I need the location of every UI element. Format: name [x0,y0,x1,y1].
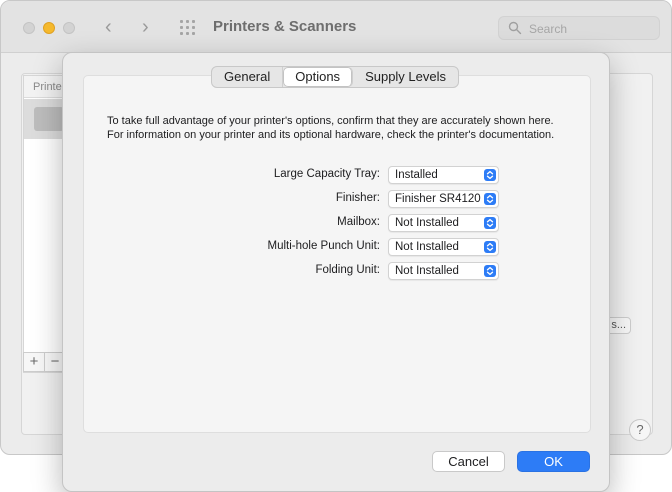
popup-chevrons-icon [484,265,496,277]
finisher-popup[interactable]: Finisher SR4120 [388,190,499,208]
option-label: Multi-hole Punch Unit: [267,240,381,252]
cancel-button[interactable]: Cancel [432,451,505,472]
option-label: Finisher: [335,192,380,204]
option-row-mailbox: Mailbox: Not Installed [107,214,507,232]
search-placeholder: Search [529,22,568,36]
popup-chevrons-icon [484,217,496,229]
tab-options[interactable]: Options [283,67,354,87]
popup-chevrons-icon [484,241,496,253]
show-all-grid-icon[interactable] [180,20,196,36]
tab-supply-levels[interactable]: Supply Levels [353,67,458,87]
back-chevron-icon[interactable]: ‹ [105,15,112,39]
popup-value: Installed [395,169,438,181]
option-label: Folding Unit: [315,264,380,276]
option-label: Mailbox: [337,216,380,228]
option-row-multi-hole-punch: Multi-hole Punch Unit: Not Installed [107,238,507,256]
folding-unit-popup[interactable]: Not Installed [388,262,499,280]
popup-chevrons-icon [484,169,496,181]
add-printer-button[interactable]: + [24,353,45,371]
popup-value: Finisher SR4120 [395,193,481,205]
popup-chevrons-icon [484,193,496,205]
close-window-button[interactable] [23,22,35,34]
ok-button[interactable]: OK [517,451,590,472]
printer-icon [34,107,64,131]
option-label: Large Capacity Tray: [273,168,380,180]
window-title: Printers & Scanners [213,18,357,35]
intro-text: To take full advantage of your printer's… [107,115,555,142]
search-field[interactable]: Search [498,16,660,40]
option-row-folding-unit: Folding Unit: Not Installed [107,262,507,280]
multi-hole-punch-popup[interactable]: Not Installed [388,238,499,256]
option-row-large-capacity-tray: Large Capacity Tray: Installed [107,166,507,184]
option-row-finisher: Finisher: Finisher SR4120 [107,190,507,208]
window-titlebar: ‹ › Printers & Scanners Search [1,1,671,53]
minimize-window-button[interactable] [43,22,55,34]
tab-bar: General Options Supply Levels [211,66,460,88]
printer-options-sheet: General Options Supply Levels To take fu… [62,52,610,492]
zoom-window-button[interactable] [63,22,75,34]
popup-value: Not Installed [395,265,459,277]
search-icon [508,21,522,35]
large-capacity-tray-popup[interactable]: Installed [388,166,499,184]
list-edit-buttons: + − [23,352,67,372]
popup-value: Not Installed [395,217,459,229]
mailbox-popup[interactable]: Not Installed [388,214,499,232]
popup-value: Not Installed [395,241,459,253]
forward-chevron-icon[interactable]: › [142,15,149,39]
tab-general[interactable]: General [212,67,284,87]
help-button[interactable]: ? [629,419,651,441]
